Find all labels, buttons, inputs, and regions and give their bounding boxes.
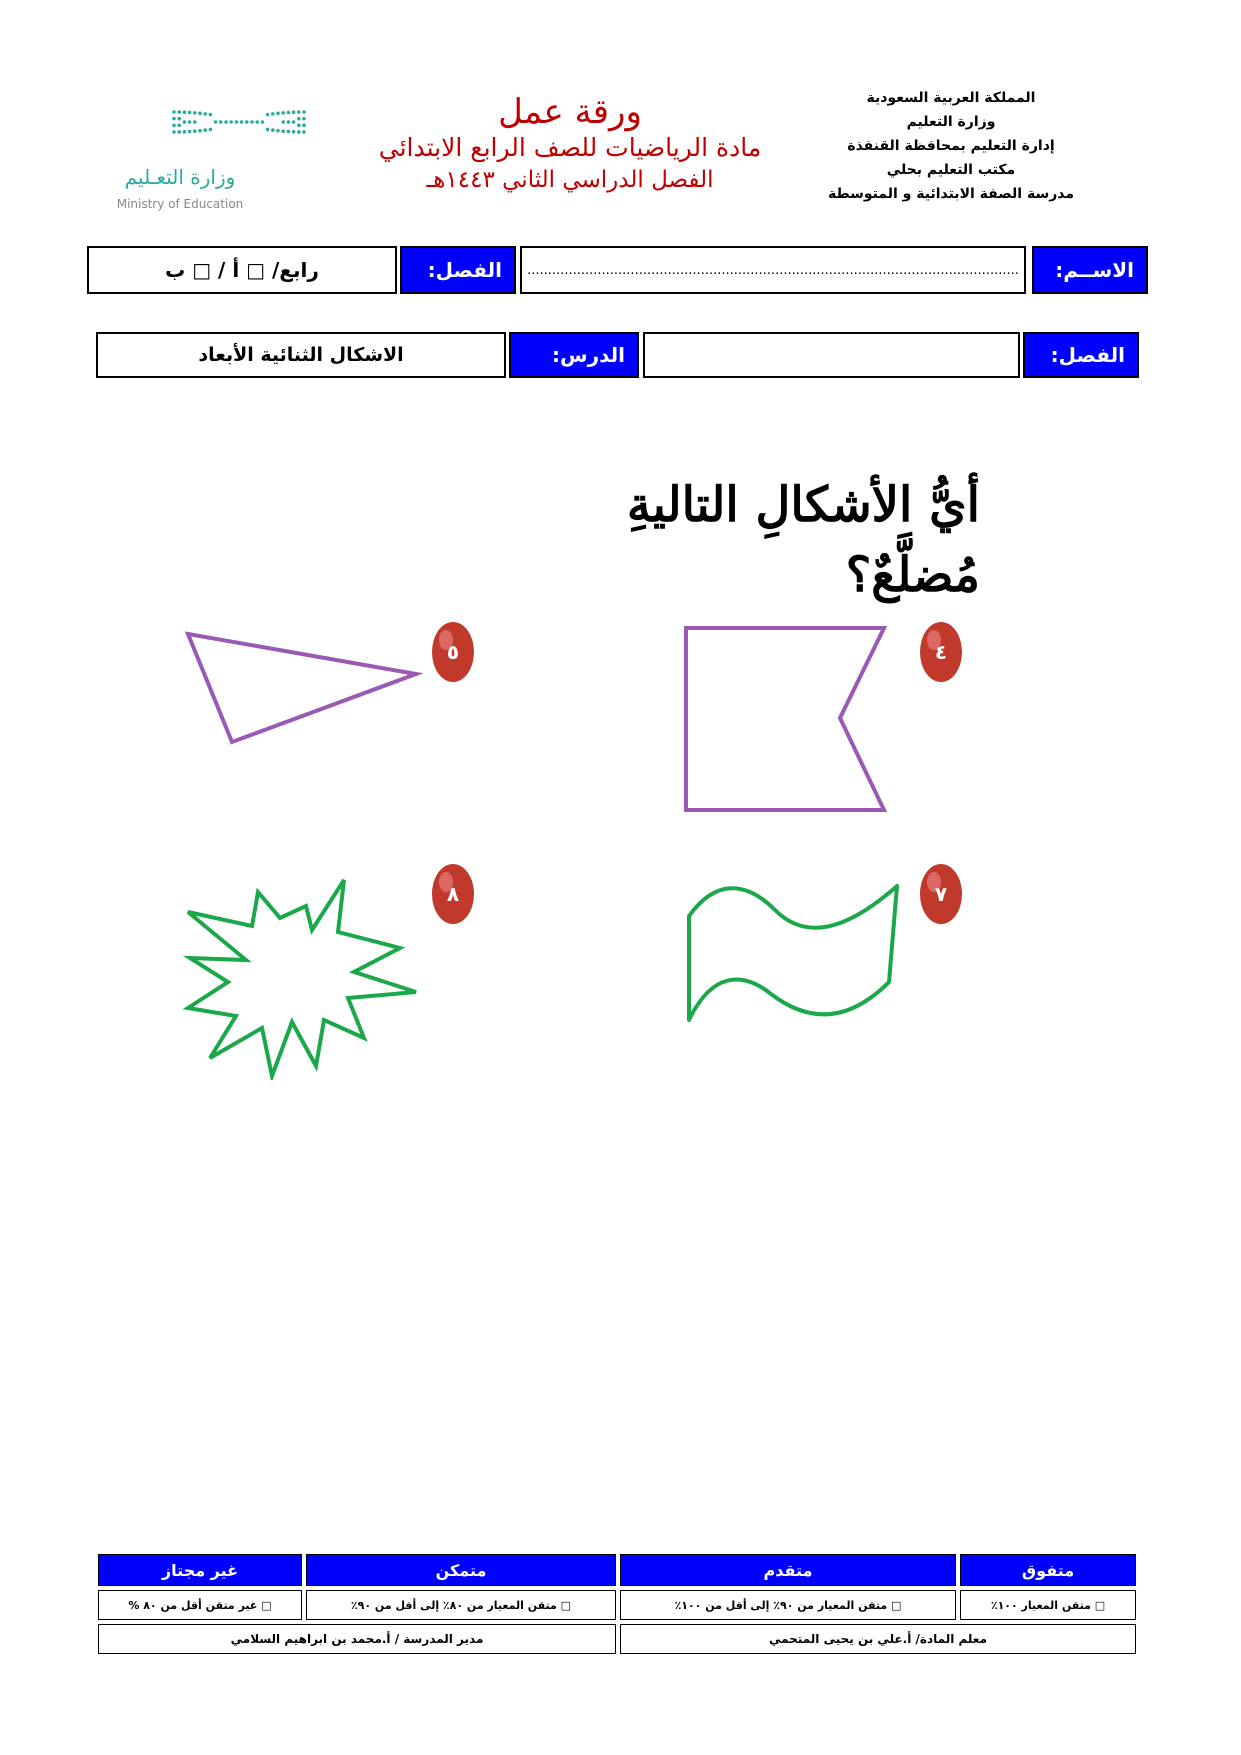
logo-dot bbox=[271, 128, 275, 132]
wavy-flag-shape-icon bbox=[687, 884, 899, 1022]
logo-dot bbox=[208, 127, 213, 132]
logo-dot bbox=[281, 111, 285, 115]
rubric-header-advanced: متقدم bbox=[620, 1554, 956, 1586]
logo-dot bbox=[297, 130, 301, 134]
logo-dot bbox=[229, 120, 233, 124]
rubric-criterion-not-passed[interactable]: □ غير متقن أقل من ٨٠ % bbox=[98, 1590, 302, 1620]
triangle-shape-icon bbox=[184, 631, 424, 745]
term-line: الفصل الدراسي الثاني ١٤٤٣هـ bbox=[426, 167, 714, 193]
flag-shape-icon bbox=[684, 626, 888, 812]
logo-dot bbox=[271, 112, 275, 116]
logo-dot bbox=[286, 129, 291, 134]
logo-dot bbox=[302, 123, 306, 128]
rubric-header-not-passed: غير مجتاز bbox=[98, 1554, 302, 1586]
logo-dot bbox=[245, 120, 249, 124]
logo-dot bbox=[187, 110, 192, 115]
logo-dot bbox=[182, 110, 187, 115]
logo-dot bbox=[276, 111, 280, 116]
ministry-logo-icon bbox=[172, 110, 306, 134]
logo-arabic-text: وزارة التعـليم bbox=[124, 165, 236, 189]
logo-dot bbox=[265, 112, 270, 117]
worksheet-title-block: ورقة عمل مادة الرياضيات للصف الرابع الاب… bbox=[320, 92, 820, 196]
logo-dot bbox=[224, 120, 228, 124]
lesson-value: الاشكال الثنائية الأبعاد bbox=[96, 332, 506, 378]
logo-dot bbox=[213, 120, 218, 124]
logo-dot bbox=[291, 110, 296, 115]
rubric-criterion-excellent[interactable]: □ متقن المعيار ١٠٠٪ bbox=[960, 1590, 1136, 1620]
logo-dot bbox=[302, 130, 306, 134]
shape-number-badge: ٧ bbox=[918, 862, 964, 926]
logo-dot bbox=[302, 116, 306, 121]
shape-number: ٥ bbox=[446, 640, 460, 664]
class-field-2[interactable] bbox=[643, 332, 1020, 378]
shape-number: ٤ bbox=[934, 640, 948, 664]
class-choice[interactable]: رابع/ □ أ / □ ب bbox=[87, 246, 397, 294]
logo-dot bbox=[187, 129, 192, 134]
logo-dot bbox=[281, 120, 285, 124]
logo-dot bbox=[198, 111, 202, 116]
logo-dot bbox=[203, 112, 207, 116]
starburst-shape-icon bbox=[182, 878, 417, 1080]
logo-dot bbox=[193, 111, 197, 115]
class-label: الفصل: bbox=[400, 246, 516, 294]
name-field[interactable]: ........................................… bbox=[520, 246, 1026, 294]
logo-dot bbox=[286, 120, 291, 124]
logo-dot bbox=[187, 120, 192, 124]
logo-dot bbox=[182, 120, 187, 124]
logo-dot bbox=[281, 129, 285, 133]
logo-dot bbox=[276, 128, 280, 133]
logo-dot bbox=[203, 128, 207, 132]
logo-dot bbox=[302, 110, 306, 114]
lesson-label: الدرس: bbox=[509, 332, 639, 378]
logo-dot bbox=[260, 120, 265, 124]
logo-dot bbox=[250, 120, 254, 124]
shape-number-badge: ٤ bbox=[918, 620, 964, 684]
rubric-criterion-advanced[interactable]: □ متقن المعيار من ٩٠٪ إلى أقل من ١٠٠٪ bbox=[620, 1590, 956, 1620]
shape-number-badge: ٥ bbox=[430, 620, 476, 684]
logo-dot bbox=[208, 112, 213, 117]
logo-dot bbox=[255, 120, 259, 124]
class-label-2: الفصل: bbox=[1023, 332, 1139, 378]
logo-dot bbox=[291, 129, 296, 134]
rubric-criterion-proficient[interactable]: □ متقن المعيار من ٨٠٪ إلى أقل من ٩٠٪ bbox=[306, 1590, 616, 1620]
rubric-header-proficient: متمكن bbox=[306, 1554, 616, 1586]
logo-dot bbox=[193, 129, 197, 133]
logo-dot bbox=[291, 120, 296, 124]
logo-dot bbox=[297, 110, 301, 114]
worksheet-title: ورقة عمل bbox=[498, 92, 642, 132]
shape-number: ٨ bbox=[446, 882, 460, 906]
teacher-signature: معلم المادة/ أ.علي بن يحيى المتحمي bbox=[620, 1624, 1136, 1654]
logo-dot bbox=[182, 129, 187, 134]
logo-dot bbox=[239, 120, 244, 124]
logo-dot bbox=[172, 116, 176, 121]
logo-dot bbox=[219, 120, 223, 124]
logo-dot bbox=[234, 120, 239, 124]
logo-dot bbox=[286, 110, 291, 115]
logo-dot bbox=[198, 128, 202, 133]
logo-dot bbox=[193, 120, 197, 124]
shape-number: ٧ bbox=[934, 882, 948, 906]
logo-dot bbox=[172, 123, 176, 128]
logo-english-text: Ministry of Education bbox=[116, 197, 244, 211]
logo-dot bbox=[172, 130, 176, 134]
subject-line: مادة الرياضيات للصف الرابع الابتدائي bbox=[378, 133, 762, 162]
logo-dot bbox=[172, 110, 176, 114]
principal-signature: مدير المدرسة / أ.محمد بن ابراهيم السلامي bbox=[98, 1624, 616, 1654]
logo-dot bbox=[177, 110, 181, 114]
question-text: أيُّ الأشكالِ التاليةِ مُضلَّعٌ؟ bbox=[626, 477, 980, 603]
logo-dot bbox=[265, 127, 270, 132]
logo-dot bbox=[177, 130, 181, 134]
logo-dot bbox=[297, 116, 301, 121]
name-label: الاســم: bbox=[1032, 246, 1148, 294]
rubric-header-excellent: متفوق bbox=[960, 1554, 1136, 1586]
logo-dot bbox=[177, 116, 181, 121]
shape-number-badge: ٨ bbox=[430, 862, 476, 926]
logo-dot bbox=[177, 123, 181, 128]
logo-dot bbox=[297, 123, 301, 128]
